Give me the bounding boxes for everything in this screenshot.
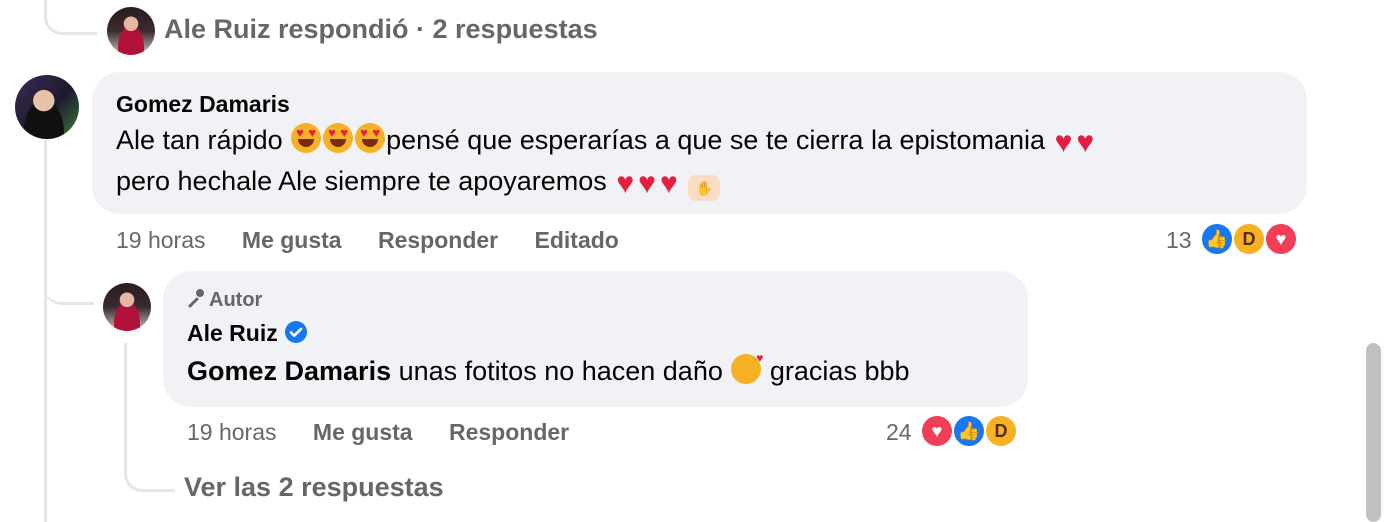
view-replies-link[interactable]: Ver las 2 respuestas — [184, 472, 444, 503]
reply-bubble: Autor Ale Ruiz Gomez Damaris unas fotito… — [163, 271, 1028, 407]
mention-link[interactable]: Gomez Damaris — [187, 356, 391, 386]
raising-hands-emoji-icon: ✋ — [688, 175, 721, 201]
love-icon[interactable]: ♥ — [1264, 222, 1298, 256]
reaction-count[interactable]: 24 — [886, 419, 912, 446]
ale-ruiz-avatar[interactable] — [103, 283, 151, 331]
like-button[interactable]: Me gusta — [313, 419, 413, 445]
reply-button[interactable]: Responder — [378, 227, 498, 253]
reply-text: Gomez Damaris unas fotitos no hacen daño… — [187, 351, 910, 392]
comment-author[interactable]: Gomez Damaris — [116, 91, 290, 118]
haha-icon[interactable]: D — [984, 414, 1018, 448]
comment-actions: 19 horas Me gusta Responder Editado — [116, 227, 649, 254]
comment-bubble: Gomez Damaris Ale tan rápido pensé que e… — [92, 72, 1307, 214]
reply-author[interactable]: Ale Ruiz — [187, 320, 308, 347]
like-icon[interactable]: 👍 — [1200, 222, 1234, 256]
kissing-face-emoji-icon: ♥ — [731, 352, 763, 384]
haha-icon[interactable]: D — [1232, 222, 1266, 256]
red-heart-emoji-icon: ♥ — [1076, 126, 1095, 159]
like-icon[interactable]: 👍 — [952, 414, 986, 448]
edited-label[interactable]: Editado — [535, 227, 619, 253]
like-button[interactable]: Me gusta — [242, 227, 342, 253]
author-badge: Autor — [187, 288, 262, 312]
microphone-icon — [187, 288, 205, 308]
reply-timestamp[interactable]: 19 horas — [187, 419, 277, 445]
heart-eyes-emoji-icon — [323, 123, 354, 153]
comment-text-part: Ale tan rápido — [116, 125, 283, 155]
reply-button[interactable]: Responder — [449, 419, 569, 445]
gomez-damaris-avatar[interactable] — [15, 75, 79, 139]
ale-ruiz-avatar[interactable] — [107, 7, 155, 55]
comment-text-part: pensé que esperarías a que se te cierra … — [386, 125, 1046, 155]
red-heart-emoji-icon: ♥ — [1054, 126, 1073, 159]
comment-text-part: pero hechale Ale siempre te apoyaremos — [116, 166, 607, 196]
heart-eyes-emoji-icon — [291, 123, 322, 153]
reply-actions: 19 horas Me gusta Responder — [187, 419, 599, 446]
reaction-count[interactable]: 13 — [1166, 227, 1192, 254]
heart-eyes-emoji-icon — [355, 123, 386, 153]
thread-line-main — [44, 140, 47, 522]
red-heart-emoji-icon: ♥ — [616, 167, 635, 200]
comment-timestamp[interactable]: 19 horas — [116, 227, 206, 253]
love-icon[interactable]: ♥ — [920, 414, 954, 448]
verified-badge-icon — [284, 320, 308, 344]
comment-text: Ale tan rápido pensé que esperarías a qu… — [116, 120, 1296, 202]
thread-connector-top — [44, 0, 97, 35]
author-badge-label: Autor — [209, 289, 263, 311]
red-heart-emoji-icon: ♥ — [659, 167, 678, 200]
reply-text-part: gracias bbb — [769, 356, 910, 386]
scrollbar-thumb[interactable] — [1366, 343, 1381, 522]
reply-text-part: unas fotitos no hacen daño — [398, 356, 723, 386]
red-heart-emoji-icon: ♥ — [638, 167, 656, 200]
reply-author-name[interactable]: Ale Ruiz — [187, 320, 278, 346]
collapsed-replies-link[interactable]: Ale Ruiz respondió · 2 respuestas — [164, 14, 598, 45]
thread-connector-reply — [44, 260, 94, 305]
